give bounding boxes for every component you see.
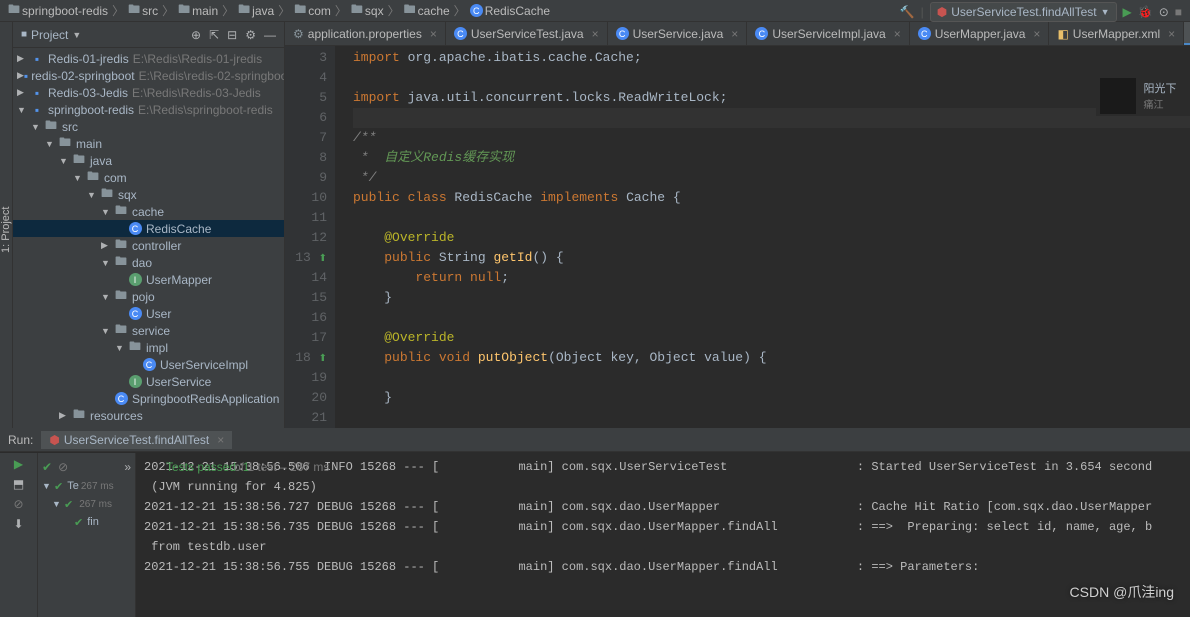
build-icon[interactable]: 🔨: [900, 5, 915, 19]
tree-item[interactable]: ▼🖿impl: [13, 339, 284, 356]
breadcrumb-item[interactable]: 🖿springboot-redis: [8, 0, 108, 21]
editor-tab[interactable]: CUserServiceImpl.java×: [747, 22, 909, 45]
breadcrumb-item[interactable]: 〉🖿src: [108, 0, 158, 21]
tree-item[interactable]: CUser: [13, 305, 284, 322]
line-gutter[interactable]: 345678910111213 ⬆1415161718 ⬆192021: [285, 46, 335, 428]
project-tree[interactable]: ▶▪Redis-01-jredisE:\Redis\Redis-01-jredi…: [13, 48, 284, 426]
project-tool-stripe[interactable]: 1: Project: [0, 22, 13, 428]
debug-icon[interactable]: 🐞: [1138, 5, 1153, 19]
select-target-icon[interactable]: ⊕: [191, 28, 201, 42]
tree-item[interactable]: ▶▪Redis-01-jredisE:\Redis\Redis-01-jredi…: [13, 50, 284, 67]
expand-icon[interactable]: ⇱: [209, 28, 219, 42]
editor-tab[interactable]: ⚙application.properties×: [285, 22, 446, 45]
tree-item[interactable]: ▼🖿main: [13, 135, 284, 152]
close-icon[interactable]: ×: [430, 27, 437, 41]
hide-icon[interactable]: —: [264, 28, 276, 42]
tree-item[interactable]: ▼🖿src: [13, 118, 284, 135]
close-icon[interactable]: ×: [1033, 27, 1040, 41]
coverage-icon[interactable]: ⊙: [1159, 5, 1169, 19]
music-widget[interactable]: 阳光下 痛江 ♡: [1096, 76, 1190, 116]
close-icon[interactable]: ×: [217, 433, 224, 447]
breadcrumb-item[interactable]: 〉🖿com: [274, 0, 331, 21]
tree-item[interactable]: ▶▪redis-02-springbootE:\Redis\redis-02-s…: [13, 67, 284, 84]
tree-item[interactable]: ▼🖿cache: [13, 203, 284, 220]
run-tab[interactable]: ⬢ UserServiceTest.findAllTest ×: [41, 431, 232, 449]
run-icon[interactable]: ▶: [1123, 5, 1132, 19]
breadcrumb: 🖿springboot-redis〉🖿src〉🖿main〉🖿java〉🖿com〉…: [0, 0, 1190, 22]
tree-item[interactable]: IUserMapper: [13, 271, 284, 288]
rerun-icon[interactable]: ▶: [14, 457, 23, 471]
song-title: 阳光下: [1144, 80, 1190, 96]
pass-filter-icon[interactable]: ✔: [42, 460, 52, 474]
run-config-dropdown[interactable]: ⬢ UserServiceTest.findAllTest ▼: [930, 2, 1117, 22]
project-panel: ■ Project ▼ ⊕ ⇱ ⊟ ⚙ — ▶▪Redis-01-jredisE…: [13, 22, 285, 428]
watermark: CSDN @爪洼ing: [1070, 582, 1174, 602]
stop-icon[interactable]: ■: [1175, 5, 1182, 19]
expand-arrows-icon[interactable]: »: [124, 460, 131, 474]
tree-item[interactable]: ▶▪Redis-03-JedisE:\Redis\Redis-03-Jedis: [13, 84, 284, 101]
breadcrumb-item[interactable]: 〉🖿java: [218, 0, 274, 21]
song-artist: 痛江: [1144, 96, 1190, 112]
tree-item[interactable]: CRedisCache: [13, 220, 284, 237]
tree-item[interactable]: ▼🖿service: [13, 322, 284, 339]
fail-filter-icon[interactable]: ⊘: [58, 460, 68, 474]
test-tree-item[interactable]: ▼✔ 267 ms: [38, 495, 135, 513]
editor-tabs: ⚙application.properties×CUserServiceTest…: [285, 22, 1190, 46]
breadcrumb-item[interactable]: 〉🖿cache: [384, 0, 450, 21]
toggle-icon[interactable]: ⬒: [13, 477, 24, 491]
editor-tab[interactable]: CUserMapper.java×: [910, 22, 1050, 45]
breadcrumb-item[interactable]: 〉🖿main: [158, 0, 218, 21]
breadcrumb-item[interactable]: 〉CRedisCache: [450, 2, 550, 19]
editor-tab[interactable]: ◧UserMapper.xml×: [1049, 22, 1184, 45]
down-icon[interactable]: ⬇: [13, 517, 23, 531]
tree-item[interactable]: ▼🖿com: [13, 169, 284, 186]
tree-item[interactable]: ▶🖿controller: [13, 237, 284, 254]
close-icon[interactable]: ×: [592, 27, 599, 41]
collapse-icon[interactable]: ⊟: [227, 28, 237, 42]
console-output[interactable]: 2021-12-21 15:38:56.506 INFO 15268 --- […: [136, 453, 1190, 617]
tree-item[interactable]: ▶🖿resources: [13, 407, 284, 424]
code-editor[interactable]: import org.apache.ibatis.cache.Cache; im…: [335, 46, 1190, 428]
separator: |: [921, 5, 924, 19]
editor-tab[interactable]: CUserService.java×: [608, 22, 748, 45]
project-label: Project: [31, 28, 68, 42]
close-icon[interactable]: ×: [894, 27, 901, 41]
album-cover: [1100, 78, 1136, 114]
breadcrumb-item[interactable]: 〉🖿sqx: [331, 0, 384, 21]
test-tree-item[interactable]: ✔fin: [38, 513, 135, 531]
tree-item[interactable]: ▼🖿pojo: [13, 288, 284, 305]
tree-item[interactable]: ▼🖿sqx: [13, 186, 284, 203]
test-tree-item[interactable]: ▼✔Te 267 ms: [38, 477, 135, 495]
run-toolbar: ▶ ⬒ ⊘ ⬇: [0, 453, 38, 617]
close-icon[interactable]: ×: [1168, 27, 1175, 41]
tree-item[interactable]: ▼🖿java: [13, 152, 284, 169]
editor-tab[interactable]: CRedisCache: [1184, 22, 1190, 45]
tree-item[interactable]: CUserServiceImpl: [13, 356, 284, 373]
editor-tab[interactable]: CUserServiceTest.java×: [446, 22, 608, 45]
run-label: Run:: [8, 433, 33, 447]
tree-item[interactable]: ▼🖿dao: [13, 254, 284, 271]
stop-icon[interactable]: ⊘: [13, 497, 23, 511]
tree-item[interactable]: CSpringbootRedisApplication: [13, 390, 284, 407]
tree-item[interactable]: IUserService: [13, 373, 284, 390]
settings-icon[interactable]: ⚙: [245, 28, 256, 42]
run-panel-header: Run: ⬢ UserServiceTest.findAllTest ×: [0, 428, 1190, 452]
close-icon[interactable]: ×: [731, 27, 738, 41]
